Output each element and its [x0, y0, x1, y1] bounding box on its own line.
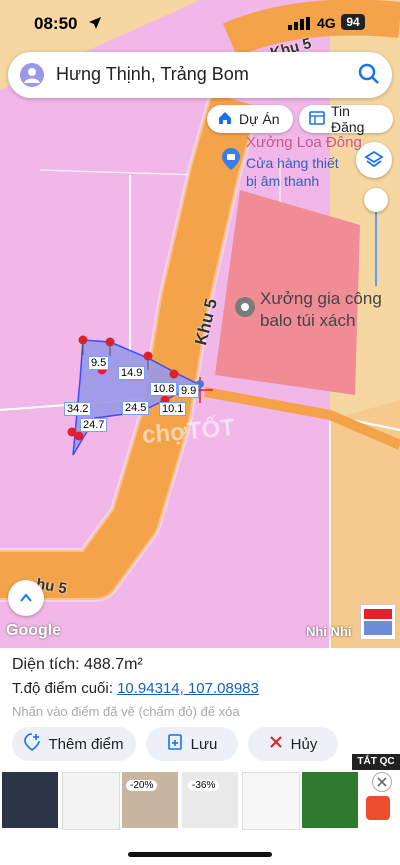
- map-ad-thumbnail[interactable]: [360, 604, 396, 640]
- collapse-button[interactable]: [8, 580, 44, 616]
- close-ad-icon[interactable]: [372, 772, 392, 792]
- cancel-label: Hủy: [290, 735, 318, 753]
- ad-image[interactable]: [302, 772, 358, 828]
- ad-image[interactable]: -36%: [182, 772, 238, 828]
- place-pin-icon[interactable]: [234, 296, 256, 323]
- store-label-line1: Cửa hàng thiết: [246, 155, 339, 171]
- status-time: 08:50: [34, 14, 78, 33]
- shopee-icon[interactable]: [366, 796, 390, 820]
- list-icon: [309, 110, 325, 129]
- tin-dang-label: Tin Đăng: [331, 103, 365, 135]
- location-arrow-icon: [88, 16, 102, 35]
- area-readout: Diện tích: 488.7m²: [12, 656, 143, 674]
- chevron-up-icon: [19, 591, 33, 610]
- measure-label: 9.5: [88, 356, 110, 370]
- save-icon: [167, 734, 183, 754]
- measure-label: 9.9: [178, 384, 200, 398]
- search-bar[interactable]: Hưng Thịnh, Trảng Bom: [8, 52, 392, 98]
- measure-label: 24.7: [80, 418, 108, 432]
- network-type: 4G: [317, 15, 336, 31]
- ad-image[interactable]: -20%: [122, 772, 178, 828]
- du-an-chip[interactable]: Dự Án: [207, 105, 293, 133]
- factory-label-line1: Xưởng gia công: [260, 289, 382, 308]
- area-label: Diện tích:: [12, 656, 80, 673]
- du-an-label: Dự Án: [239, 111, 280, 127]
- measure-label: 14.9: [118, 366, 146, 380]
- factory-label-line2: balo túi xách: [260, 311, 356, 330]
- discount-badge: -36%: [188, 780, 220, 791]
- tin-dang-chip[interactable]: Tin Đăng: [299, 103, 393, 135]
- cancel-button[interactable]: Hủy: [248, 727, 338, 761]
- measure-label: 10.8: [150, 382, 178, 396]
- home-icon: [217, 110, 233, 129]
- layers-icon: [364, 150, 384, 175]
- area-value: 488.7m²: [84, 656, 143, 673]
- shop-icon[interactable]: [222, 148, 240, 175]
- hint-text: Nhấn vào điểm đã vẽ (chấm đỏ) để xóa: [12, 704, 240, 719]
- search-icon[interactable]: [358, 63, 380, 90]
- battery-level: 94: [341, 14, 365, 30]
- add-pin-icon: [24, 733, 41, 755]
- google-logo: Google: [6, 622, 62, 639]
- ad-image[interactable]: [2, 772, 58, 828]
- measure-label: 24.5: [122, 401, 150, 415]
- nhi-nhi-label: Nhi Nhí: [306, 624, 352, 639]
- store-label-line2: bị âm thanh: [246, 173, 320, 189]
- close-icon: [269, 735, 283, 753]
- signal-icon: [288, 17, 310, 35]
- measure-label: 34.2: [64, 402, 92, 416]
- poi-label-top: Xưởng Loa Đông: [246, 134, 362, 151]
- save-label: Lưu: [190, 735, 218, 753]
- coord-readout: T.độ điểm cuối: 10.94314, 107.08983: [12, 680, 259, 697]
- measure-label: 10.1: [159, 402, 187, 416]
- factory-label: Xưởng gia công balo túi xách: [260, 288, 382, 332]
- home-indicator: [128, 852, 272, 857]
- store-label: Cửa hàng thiết bị âm thanh: [246, 154, 339, 190]
- layers-button[interactable]: [356, 142, 392, 178]
- search-input[interactable]: Hưng Thịnh, Trảng Bom: [56, 64, 249, 85]
- ad-image[interactable]: [62, 772, 120, 830]
- discount-badge: -20%: [126, 780, 158, 791]
- ad-image[interactable]: [242, 772, 300, 830]
- coord-link[interactable]: 10.94314, 107.08983: [117, 680, 259, 697]
- coord-label: T.độ điểm cuối:: [12, 680, 113, 697]
- add-point-label: Thêm điểm: [48, 735, 124, 753]
- add-point-button[interactable]: Thêm điểm: [12, 727, 136, 761]
- hide-ads-button[interactable]: TẮT QC: [352, 754, 400, 770]
- avatar-icon[interactable]: [20, 63, 44, 87]
- save-button[interactable]: Lưu: [146, 727, 238, 761]
- zoom-slider-track[interactable]: [375, 206, 377, 286]
- zoom-slider-handle[interactable]: [364, 188, 388, 212]
